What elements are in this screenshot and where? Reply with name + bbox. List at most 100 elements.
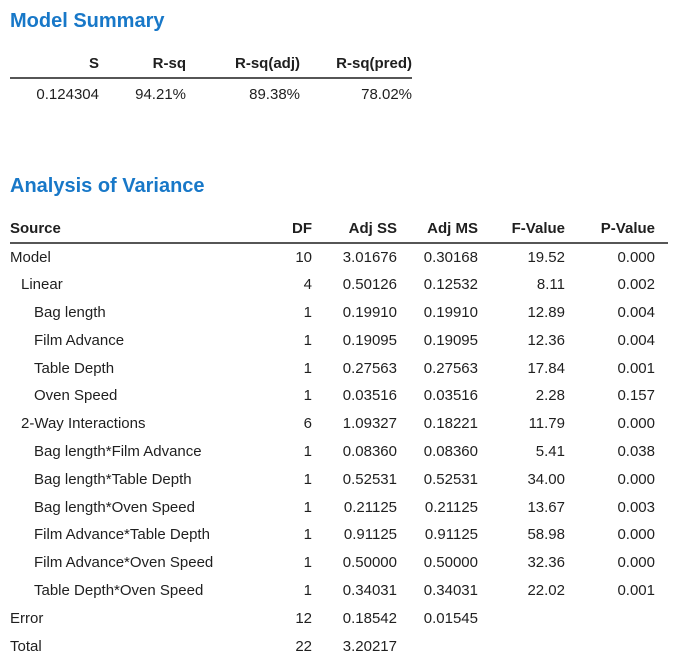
df-cell: 1 (250, 326, 312, 354)
model-summary-value-row: 0.124304 94.21% 89.38% 78.02% (10, 78, 412, 105)
f-value-cell: 2.28 (478, 382, 565, 410)
p-value-cell: 0.000 (565, 465, 668, 493)
adj-ss-cell: 0.03516 (312, 382, 397, 410)
p-value-cell: 0.001 (565, 354, 668, 382)
source-cell: Bag length*Oven Speed (10, 493, 250, 521)
df-cell: 1 (250, 577, 312, 605)
adj-ss-cell: 0.91125 (312, 521, 397, 549)
adj-ms-cell: 0.27563 (397, 354, 478, 382)
source-cell: Table Depth (10, 354, 250, 382)
f-value-cell: 12.36 (478, 326, 565, 354)
df-cell: 1 (250, 549, 312, 577)
adj-ms-cell: 0.21125 (397, 493, 478, 521)
anova-row-bag-length-table-depth: Bag length*Table Depth 1 0.52531 0.52531… (10, 465, 668, 493)
anova-row-bag-length-oven-speed: Bag length*Oven Speed 1 0.21125 0.21125 … (10, 493, 668, 521)
anova-header-row: Source DF Adj SS Adj MS F-Value P-Value (10, 214, 668, 243)
adj-ms-cell: 0.12532 (397, 271, 478, 299)
f-value-cell: 12.89 (478, 299, 565, 327)
p-value-cell: 0.000 (565, 410, 668, 438)
column-header-adj-ms: Adj MS (397, 214, 478, 243)
adj-ms-cell: 0.01545 (397, 604, 478, 632)
source-cell: Table Depth*Oven Speed (10, 577, 250, 605)
anova-row-film-advance-oven-speed: Film Advance*Oven Speed 1 0.50000 0.5000… (10, 549, 668, 577)
df-cell: 12 (250, 604, 312, 632)
adj-ss-cell: 3.01676 (312, 243, 397, 271)
s-value: 0.124304 (10, 78, 99, 105)
column-header-p-value: P-Value (565, 214, 668, 243)
adj-ss-cell: 0.50126 (312, 271, 397, 299)
adj-ms-cell: 0.91125 (397, 521, 478, 549)
source-cell: Bag length (10, 299, 250, 327)
column-header-f-value: F-Value (478, 214, 565, 243)
source-cell: Error (10, 604, 250, 632)
p-value-cell: 0.000 (565, 521, 668, 549)
column-header-rsq-adj: R-sq(adj) (186, 50, 300, 78)
adj-ms-cell: 0.50000 (397, 549, 478, 577)
source-cell: Film Advance*Table Depth (10, 521, 250, 549)
df-cell: 10 (250, 243, 312, 271)
p-value-cell: 0.003 (565, 493, 668, 521)
p-value-cell: 0.000 (565, 549, 668, 577)
anova-row-table-depth-oven-speed: Table Depth*Oven Speed 1 0.34031 0.34031… (10, 577, 668, 605)
model-summary-title: Model Summary (10, 8, 676, 34)
adj-ms-cell: 0.08360 (397, 438, 478, 466)
df-cell: 1 (250, 521, 312, 549)
adj-ss-cell: 0.52531 (312, 465, 397, 493)
f-value-cell: 5.41 (478, 438, 565, 466)
p-value-cell: 0.002 (565, 271, 668, 299)
adj-ss-cell: 0.50000 (312, 549, 397, 577)
source-cell: Total (10, 632, 250, 660)
adj-ss-cell: 0.27563 (312, 354, 397, 382)
f-value-cell: 11.79 (478, 410, 565, 438)
model-summary-section: Model Summary S R-sq R-sq(adj) R-sq(pred… (10, 8, 676, 105)
f-value-cell: 34.00 (478, 465, 565, 493)
f-value-cell: 32.36 (478, 549, 565, 577)
adj-ss-cell: 0.34031 (312, 577, 397, 605)
anova-section: Analysis of Variance Source DF Adj SS Ad… (10, 173, 676, 660)
model-summary-table: S R-sq R-sq(adj) R-sq(pred) 0.124304 94.… (10, 50, 412, 105)
adj-ms-cell (397, 632, 478, 660)
adj-ss-cell: 3.20217 (312, 632, 397, 660)
adj-ss-cell: 0.08360 (312, 438, 397, 466)
anova-row-oven-speed: Oven Speed 1 0.03516 0.03516 2.28 0.157 (10, 382, 668, 410)
column-header-rsq: R-sq (99, 50, 186, 78)
anova-row-bag-length-film-advance: Bag length*Film Advance 1 0.08360 0.0836… (10, 438, 668, 466)
df-cell: 6 (250, 410, 312, 438)
p-value-cell (565, 604, 668, 632)
source-cell: Linear (10, 271, 250, 299)
adj-ms-cell: 0.19095 (397, 326, 478, 354)
f-value-cell: 8.11 (478, 271, 565, 299)
adj-ss-cell: 0.19095 (312, 326, 397, 354)
p-value-cell: 0.038 (565, 438, 668, 466)
f-value-cell: 13.67 (478, 493, 565, 521)
adj-ss-cell: 0.21125 (312, 493, 397, 521)
df-cell: 1 (250, 382, 312, 410)
p-value-cell (565, 632, 668, 660)
column-header-adj-ss: Adj SS (312, 214, 397, 243)
p-value-cell: 0.157 (565, 382, 668, 410)
df-cell: 1 (250, 354, 312, 382)
anova-row-2way-interactions: 2-Way Interactions 6 1.09327 0.18221 11.… (10, 410, 668, 438)
source-cell: Oven Speed (10, 382, 250, 410)
df-cell: 4 (250, 271, 312, 299)
rsq-value: 94.21% (99, 78, 186, 105)
adj-ss-cell: 0.19910 (312, 299, 397, 327)
adj-ms-cell: 0.34031 (397, 577, 478, 605)
anova-row-film-advance-table-depth: Film Advance*Table Depth 1 0.91125 0.911… (10, 521, 668, 549)
anova-row-table-depth: Table Depth 1 0.27563 0.27563 17.84 0.00… (10, 354, 668, 382)
f-value-cell: 17.84 (478, 354, 565, 382)
anova-title: Analysis of Variance (10, 173, 676, 199)
f-value-cell: 58.98 (478, 521, 565, 549)
results-pane: Model Summary S R-sq R-sq(adj) R-sq(pred… (0, 0, 686, 660)
source-cell: Film Advance*Oven Speed (10, 549, 250, 577)
anova-row-bag-length: Bag length 1 0.19910 0.19910 12.89 0.004 (10, 299, 668, 327)
df-cell: 22 (250, 632, 312, 660)
df-cell: 1 (250, 299, 312, 327)
p-value-cell: 0.000 (565, 243, 668, 271)
p-value-cell: 0.004 (565, 326, 668, 354)
f-value-cell: 19.52 (478, 243, 565, 271)
column-header-s: S (10, 50, 99, 78)
column-header-df: DF (250, 214, 312, 243)
source-cell: Bag length*Film Advance (10, 438, 250, 466)
adj-ms-cell: 0.30168 (397, 243, 478, 271)
